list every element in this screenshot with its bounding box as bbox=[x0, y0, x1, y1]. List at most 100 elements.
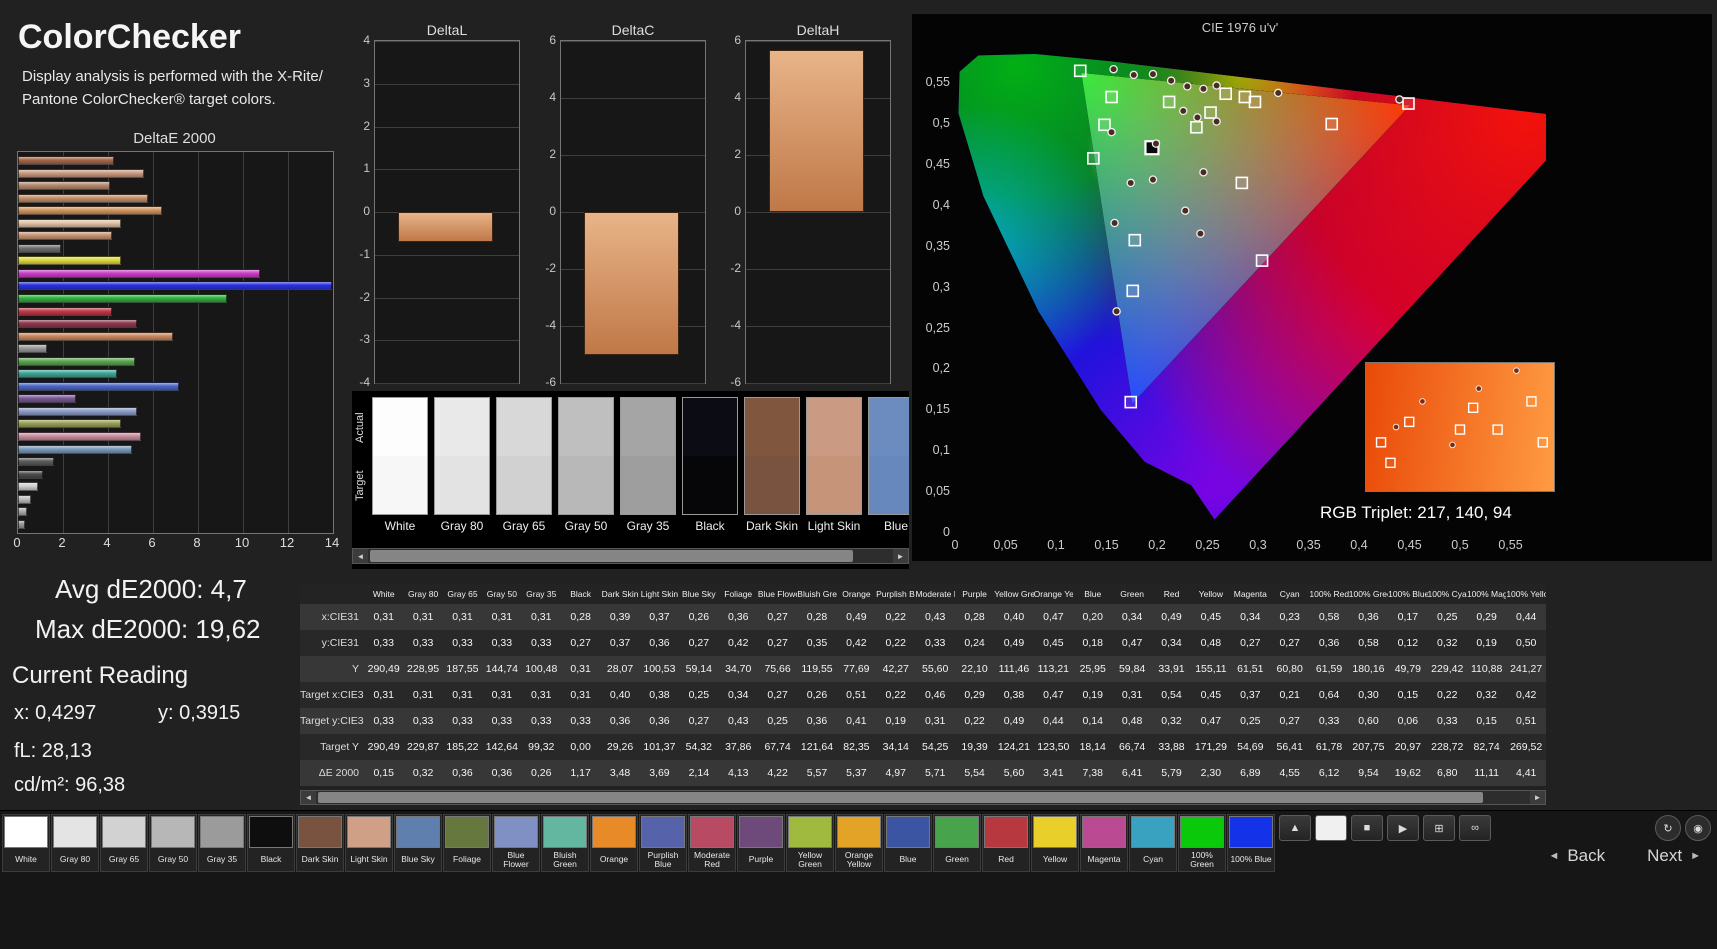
refresh-button[interactable]: ↻ bbox=[1655, 815, 1681, 841]
table-cell: 0,31 bbox=[373, 611, 394, 623]
windows-button[interactable]: ⊞ bbox=[1423, 815, 1455, 841]
play-button[interactable]: ▶ bbox=[1387, 815, 1419, 841]
stop-button[interactable]: ■ bbox=[1351, 815, 1383, 841]
scroll-right-icon[interactable]: ► bbox=[1530, 791, 1545, 804]
table-cell: 0,26 bbox=[531, 767, 552, 779]
patch-button[interactable]: Yellow bbox=[1031, 814, 1079, 872]
column-header: Gray 50 bbox=[482, 584, 522, 604]
patch-button[interactable]: Black bbox=[247, 814, 295, 872]
gridline bbox=[375, 340, 519, 342]
patch-label: Black bbox=[260, 854, 282, 865]
target-point bbox=[1073, 64, 1087, 78]
column-header: White bbox=[364, 584, 404, 604]
power-button[interactable]: ◉ bbox=[1685, 815, 1711, 841]
table-cell: 54,32 bbox=[685, 741, 712, 753]
patch-label: Yellow Green bbox=[797, 849, 823, 869]
table-cell: 0,29 bbox=[1476, 611, 1497, 623]
deltaE-bar bbox=[18, 156, 115, 165]
patch-button[interactable]: Green bbox=[933, 814, 981, 872]
patch-button[interactable]: Gray 35 bbox=[198, 814, 246, 872]
patch-button[interactable]: Orange bbox=[590, 814, 638, 872]
row-label: Y bbox=[351, 663, 359, 675]
patch-button[interactable]: Yellow Green bbox=[786, 814, 834, 872]
column-header: Yellow bbox=[1191, 584, 1231, 604]
patch-button[interactable]: Magenta bbox=[1080, 814, 1128, 872]
table-cell: 0,22 bbox=[964, 715, 985, 727]
table-cell: 0,45 bbox=[1200, 689, 1222, 701]
axis-tick-label: 4 bbox=[363, 33, 370, 47]
patch-button[interactable]: Moderate Red bbox=[688, 814, 736, 872]
table-cell: 0,15 bbox=[373, 767, 394, 779]
continuous-measure-button[interactable]: ∞ bbox=[1459, 815, 1491, 841]
table-cell: 0,49 bbox=[1003, 715, 1025, 727]
table-cell: 59,14 bbox=[685, 663, 712, 675]
patch-button[interactable]: Purplish Blue bbox=[639, 814, 687, 872]
scroll-left-icon[interactable]: ◄ bbox=[301, 791, 316, 804]
patch-button[interactable]: Gray 65 bbox=[100, 814, 148, 872]
table-cell: 0,58 bbox=[1318, 611, 1340, 623]
patch-button[interactable]: Blue Sky bbox=[394, 814, 442, 872]
patch-button[interactable]: 100% Green bbox=[1178, 814, 1226, 872]
axis-tick-label: -4 bbox=[545, 318, 556, 332]
patch-button[interactable]: Foliage bbox=[443, 814, 491, 872]
scroll-right-icon[interactable]: ► bbox=[893, 549, 908, 563]
table-cell: 187,55 bbox=[446, 663, 479, 675]
measurement-point bbox=[1193, 113, 1202, 122]
table-cell: 0,33 bbox=[570, 715, 591, 727]
patch-label: Gray 35 bbox=[206, 854, 238, 865]
table-row: Target x:CIE31 0,31 0,31 0,31 0,31 0,31 0,31 0,… bbox=[300, 682, 1546, 708]
patch-button[interactable]: White bbox=[2, 814, 50, 872]
patch-button[interactable]: Blue Flower bbox=[492, 814, 540, 872]
patch-button[interactable]: Dark Skin bbox=[296, 814, 344, 872]
table-cell: 0,27 bbox=[767, 637, 788, 649]
row-label: Target x:CIE31 bbox=[300, 689, 364, 701]
swatch-scroll-track[interactable] bbox=[368, 549, 893, 563]
target-point bbox=[1105, 90, 1118, 104]
patch-button[interactable]: Bluish Green bbox=[541, 814, 589, 872]
table-cell: 0,31 bbox=[531, 689, 552, 701]
axis-tick-label: 0,05 bbox=[993, 538, 1018, 552]
swatch-color bbox=[868, 397, 909, 515]
gridline bbox=[561, 41, 705, 42]
swatch-scrollbar[interactable]: ◄ ► bbox=[352, 548, 909, 564]
eject-button[interactable]: ▲ bbox=[1279, 815, 1311, 841]
table-scroll-thumb[interactable] bbox=[318, 792, 1484, 803]
target-point bbox=[1128, 233, 1142, 247]
patch-button[interactable]: Gray 80 bbox=[51, 814, 99, 872]
patch-button[interactable]: Blue bbox=[884, 814, 932, 872]
deltaE-bar bbox=[18, 344, 48, 354]
patch-color bbox=[641, 816, 685, 848]
table-scroll-track[interactable] bbox=[316, 791, 1530, 804]
patch-button[interactable]: 100% Blue bbox=[1227, 814, 1275, 872]
pattern-window-button[interactable] bbox=[1315, 815, 1347, 841]
patch-button[interactable]: Light Skin bbox=[345, 814, 393, 872]
patch-button[interactable]: Purple bbox=[737, 814, 785, 872]
toolbar-controls: ▲ ■ ▶ ⊞ ∞ ↻ ◉ ◄ Back Next ► bbox=[1279, 813, 1711, 879]
delta-bar bbox=[769, 49, 865, 212]
back-button[interactable]: ◄ Back bbox=[1542, 845, 1611, 867]
table-scrollbar[interactable]: ◄ ► bbox=[300, 790, 1546, 805]
next-button-label: Next bbox=[1647, 846, 1683, 865]
inset-target-point bbox=[1454, 424, 1466, 435]
swatch-comparison: Gray 50 bbox=[558, 397, 614, 539]
patch-button[interactable]: Cyan bbox=[1129, 814, 1177, 872]
next-button[interactable]: Next ► bbox=[1641, 845, 1707, 867]
table-cell: 100,48 bbox=[525, 663, 558, 675]
patch-buttons: White Gray 80 Gray 65 Gray 50 Gray 35 Black Da… bbox=[2, 814, 1275, 872]
gridline bbox=[375, 126, 519, 128]
patch-button[interactable]: Orange Yellow bbox=[835, 814, 883, 872]
swatch-scroll-thumb[interactable] bbox=[370, 550, 853, 562]
patch-button[interactable]: Red bbox=[982, 814, 1030, 872]
column-header: Gray 65 bbox=[442, 584, 483, 604]
patch-color bbox=[837, 816, 881, 848]
table-cell: 3,41 bbox=[1043, 767, 1064, 779]
reading-cdm2-value: cd/m²: 96,38 bbox=[14, 774, 126, 796]
table-cell: 33,88 bbox=[1158, 741, 1185, 753]
patch-button[interactable]: Gray 50 bbox=[149, 814, 197, 872]
table-cell: 0,36 bbox=[609, 715, 631, 727]
axis-tick-label: -6 bbox=[730, 375, 741, 389]
table-cell: 0,23 bbox=[1279, 611, 1300, 623]
swatch-actual bbox=[683, 398, 737, 456]
measurement-point bbox=[1129, 70, 1139, 80]
scroll-left-icon[interactable]: ◄ bbox=[353, 549, 368, 563]
